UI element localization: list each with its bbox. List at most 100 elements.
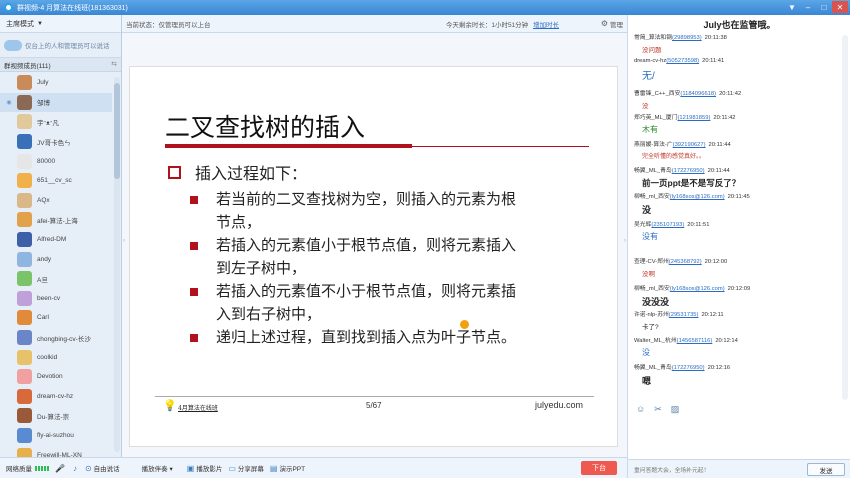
sender-id-link[interactable]: (29898953) <box>672 35 702 41</box>
share-screen-button[interactable]: ▭ 分享屏幕 <box>228 463 264 474</box>
chat-input[interactable] <box>628 417 840 457</box>
member-item[interactable]: been-cv <box>0 289 112 309</box>
member-item[interactable]: chongbing-cv-长沙 <box>0 328 112 348</box>
sender-id-link[interactable]: (172276950) <box>672 168 705 174</box>
title-bar: 群视频-4 月算法在线班(181363031) ▼ – □ ✕ <box>0 0 850 15</box>
leave-stage-label: 下台 <box>592 465 606 472</box>
member-item[interactable]: 宇ᵔᴥᵔ凡 <box>0 112 112 132</box>
scrollbar-thumb[interactable] <box>114 83 120 179</box>
chat-scrollbar[interactable] <box>842 35 848 400</box>
sender-name[interactable]: 郑巧英_ML_厦门 <box>634 115 678 121</box>
bullet-square-icon <box>190 242 198 250</box>
present-ppt-button[interactable]: ▤ 演示PPT <box>270 463 305 474</box>
member-item[interactable]: Du-算法-崇 <box>0 406 112 426</box>
sender-name[interactable]: 柳畅_ml_西安 <box>634 286 670 292</box>
minimize-button[interactable]: – <box>800 1 816 13</box>
member-name: JV哥卡色ㄣ <box>37 139 71 147</box>
slide-bullet: 若插入的元素值不小于根节点值，则将元素插 入到右子树中， <box>190 280 585 326</box>
sender-id-link[interactable]: (121981859) <box>678 115 711 121</box>
member-item[interactable]: July <box>0 73 112 93</box>
avatar <box>17 232 32 248</box>
screen-icon: ▭ <box>228 463 236 473</box>
chat-message: 常简_算法和钢(29898953) 20:11:38 没问题 <box>634 32 839 54</box>
collapse-left-icon[interactable]: ‹ <box>123 238 125 244</box>
image-icon[interactable]: ▨ <box>671 404 680 415</box>
member-item[interactable]: Devotion <box>0 367 112 387</box>
add-time-link[interactable]: 增加时长 <box>533 22 559 29</box>
member-item[interactable]: AQx <box>0 191 112 211</box>
lightbulb-icon: 💡 <box>163 400 177 412</box>
leave-stage-button[interactable]: 下台 <box>581 461 617 475</box>
sender-id-link[interactable]: (ly168sos@126.com) <box>670 286 725 292</box>
status-bar: 当前状态：仅管理员可以上台 今天剩余时长：1小时51分钟 增加时长 ⚙ 管理 <box>122 15 627 33</box>
member-item[interactable]: JV哥卡色ㄣ <box>0 132 112 152</box>
sender-name[interactable]: dream-cv-hz <box>634 58 666 64</box>
member-item[interactable]: dream-cv-hz <box>0 387 112 407</box>
member-scrollbar[interactable] <box>114 77 120 452</box>
sender-name[interactable]: 许诺-nlp-苏州 <box>634 312 669 318</box>
microphone-icon: 🎤 <box>55 463 65 473</box>
avatar <box>17 290 32 306</box>
microphone-button[interactable]: 🎤 <box>55 464 67 473</box>
close-button[interactable]: ✕ <box>832 1 848 13</box>
member-item[interactable]: ◉ 邹博 <box>0 92 112 113</box>
collapse-right-icon[interactable]: › <box>624 238 626 244</box>
member-name: Du-算法-崇 <box>37 413 70 421</box>
message-time: 20:12:00 <box>704 259 728 265</box>
sender-name[interactable]: 畅翼_ML_青岛 <box>634 168 672 174</box>
member-item[interactable]: fly-ai-suzhou <box>0 426 112 446</box>
maximize-button[interactable]: □ <box>816 1 832 13</box>
sender-id-link[interactable]: (235107193) <box>651 222 684 228</box>
sender-name[interactable]: 曹雷锋_C++_西安 <box>634 91 680 97</box>
manage-button[interactable]: ⚙ 管理 <box>601 19 623 29</box>
member-item[interactable]: coolkid <box>0 347 112 367</box>
member-item[interactable]: Carl <box>0 308 112 328</box>
member-item[interactable]: A旦 <box>0 269 112 289</box>
member-item[interactable]: 651__cv_sc <box>0 171 112 191</box>
members-header[interactable]: 群视频成员(111) ⇆ <box>0 58 121 72</box>
mode-selector[interactable]: 主席模式 ▼ <box>0 15 121 33</box>
scissors-icon[interactable]: ✂ <box>654 404 662 415</box>
member-item[interactable]: andy <box>0 249 112 269</box>
sender-name[interactable]: 柳畅_ml_西安 <box>634 194 670 200</box>
slide-heading: 插入过程如下： <box>168 160 307 184</box>
sender-id-link[interactable]: (1184096618) <box>680 91 716 97</box>
volume-button[interactable]: ♪ <box>73 464 79 473</box>
member-item[interactable]: 80000 <box>0 151 112 171</box>
sender-name[interactable]: 吴光辉 <box>634 222 651 228</box>
sender-name[interactable]: Walter_ML_杭州 <box>634 338 677 344</box>
slide-brand: 4月算法在线班 <box>178 405 218 412</box>
message-meta: 燕丽媛-算法-广(392190627) 20:11:44 <box>634 139 839 148</box>
member-name: coolkid <box>37 353 58 361</box>
sender-id-link[interactable]: (1456587116) <box>677 338 713 344</box>
network-label: 网络质量 <box>6 466 32 473</box>
avatar <box>17 212 32 228</box>
sender-name[interactable]: 查理-CV-郑州 <box>634 259 669 265</box>
avatar <box>17 408 32 424</box>
member-item[interactable]: Alfred-DM <box>0 230 112 250</box>
sender-name[interactable]: 燕丽媛-算法-广 <box>634 142 673 148</box>
slide-website: julyedu.com <box>535 400 584 410</box>
member-item[interactable]: afei-算法-上海 <box>0 210 112 230</box>
sender-id-link[interactable]: (172276950) <box>672 365 705 371</box>
dropdown-button[interactable]: ▼ <box>784 1 800 13</box>
play-video-button[interactable]: ▣ 播放影片 <box>187 463 223 474</box>
sender-id-link[interactable]: (ly168sos@126.com) <box>670 194 725 200</box>
member-name: afei-算法-上海 <box>37 217 78 225</box>
sender-name[interactable]: 畅翼_ML_青岛 <box>634 365 672 371</box>
sender-id-link[interactable]: (505273598) <box>666 58 699 64</box>
message-meta: 畅翼_ML_青岛(172276950) 20:12:16 <box>634 362 839 371</box>
free-speak-button[interactable]: ⊙ 自由说话 <box>85 463 120 474</box>
message-meta: 查理-CV-郑州(245368792) 20:12:00 <box>634 256 839 265</box>
collapse-icon[interactable]: ⇆ <box>111 60 117 68</box>
accompaniment-dropdown[interactable]: 播放伴奏 ▾ <box>142 463 173 473</box>
sender-name[interactable]: 常简_算法和钢 <box>634 35 672 41</box>
message-meta: 吴光辉(235107193) 20:11:51 <box>634 219 839 228</box>
send-button[interactable]: 发送 <box>807 463 845 476</box>
emoji-icon[interactable]: ☺ <box>636 404 645 415</box>
sender-id-link[interactable]: (29531735) <box>669 312 699 318</box>
ppt-slide: 二叉查找树的插入 插入过程如下： 若当前的二叉查找树为空，则插入的元素为根 节点，… <box>129 66 618 447</box>
sender-id-link[interactable]: (392190627) <box>673 142 706 148</box>
bullet-square-icon <box>190 196 198 204</box>
sender-id-link[interactable]: (245368792) <box>669 259 702 265</box>
